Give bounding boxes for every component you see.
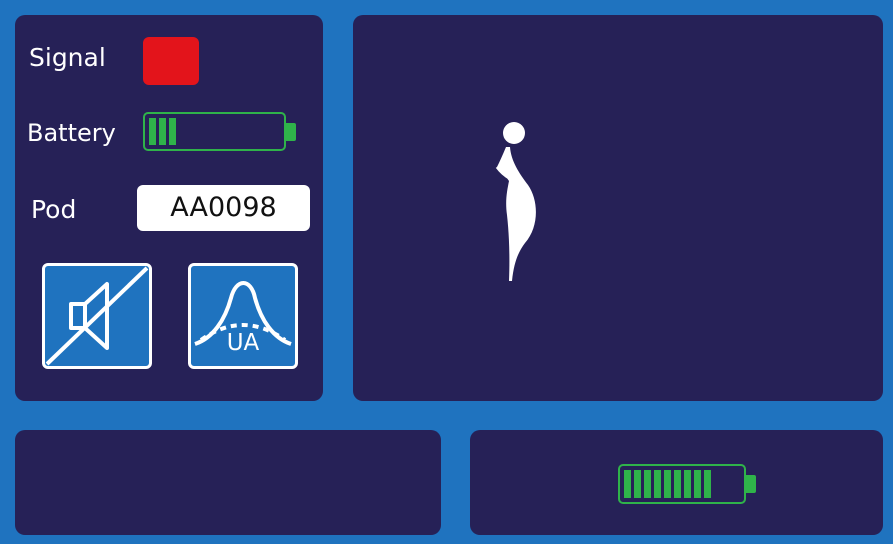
bottom-left-panel	[15, 430, 441, 535]
battery-cells	[624, 470, 714, 498]
battery-cell	[624, 470, 631, 498]
battery-cell	[644, 470, 651, 498]
pod-battery-icon	[143, 112, 296, 151]
battery-label: Battery	[27, 119, 116, 147]
signal-indicator	[143, 37, 199, 85]
battery-cell	[684, 470, 691, 498]
ua-label: UA	[226, 330, 260, 356]
figure-panel	[353, 15, 883, 401]
battery-cell	[634, 470, 641, 498]
battery-cell	[664, 470, 671, 498]
battery-cell	[169, 118, 176, 145]
mute-button[interactable]	[42, 263, 152, 369]
battery-cell	[159, 118, 166, 145]
pregnant-woman-silhouette-icon	[495, 122, 536, 281]
battery-cell	[149, 118, 156, 145]
ua-button[interactable]: UA	[188, 263, 298, 369]
status-panel: Signal Battery Pod AA0098 UA	[15, 15, 323, 401]
battery-cell	[674, 470, 681, 498]
battery-full-icon	[618, 464, 756, 504]
battery-cell	[704, 470, 711, 498]
pod-label: Pod	[31, 195, 77, 224]
monitor-screen: Signal Battery Pod AA0098 UA	[0, 0, 893, 544]
battery-cells	[149, 118, 179, 145]
battery-cell	[694, 470, 701, 498]
battery-cell	[654, 470, 661, 498]
pod-id-field: AA0098	[137, 185, 310, 231]
bottom-right-panel	[470, 430, 883, 535]
speaker-muted-icon	[45, 266, 149, 366]
battery-cap	[285, 122, 296, 141]
battery-cap	[745, 475, 756, 493]
signal-label: Signal	[29, 43, 106, 72]
